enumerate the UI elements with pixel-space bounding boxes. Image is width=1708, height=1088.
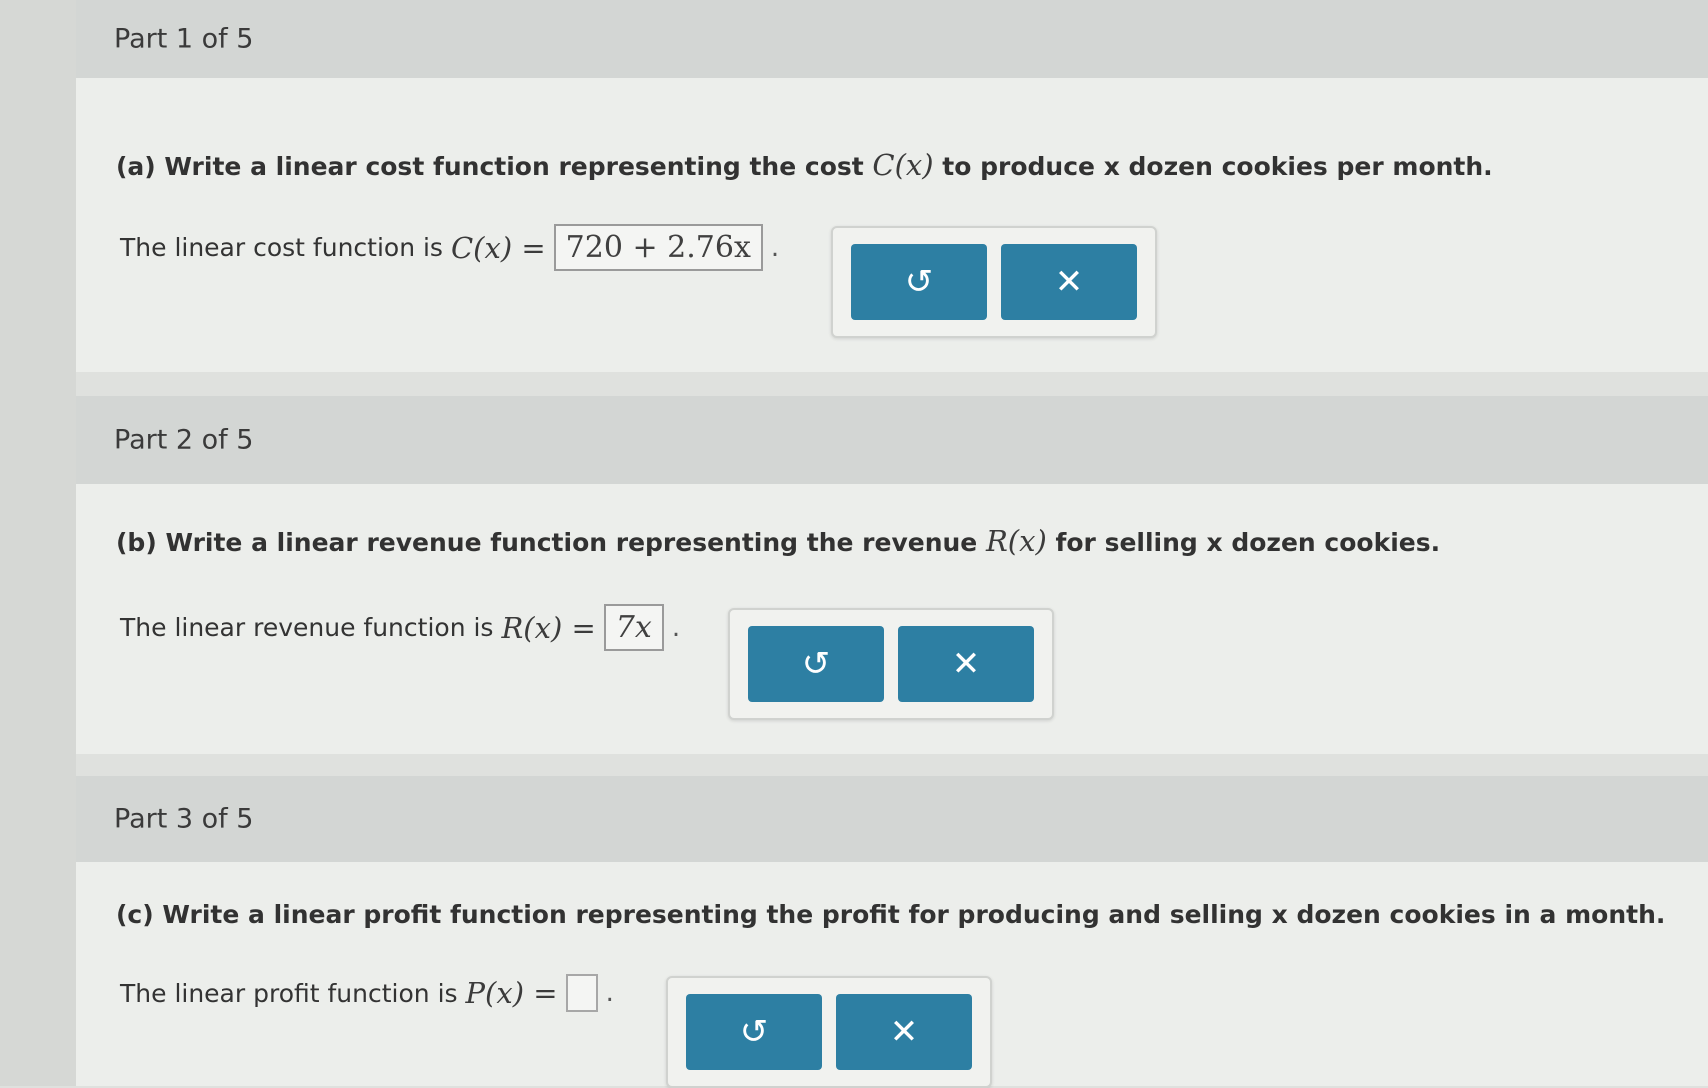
question-prompt: (a) Write a linear cost function represe… bbox=[116, 148, 1493, 182]
left-rail bbox=[0, 0, 76, 1086]
answer-label: The linear profit function is bbox=[120, 978, 458, 1008]
clear-button[interactable]: ✕ bbox=[898, 626, 1034, 702]
answer-line: The linear revenue function is R(x) = 7x… bbox=[120, 604, 680, 651]
answer-function: C(x) = bbox=[450, 230, 546, 265]
close-icon: ✕ bbox=[1054, 262, 1084, 302]
answer-period: . bbox=[605, 978, 614, 1008]
part-header: Part 1 of 5 bbox=[76, 0, 1708, 78]
prompt-text: (c) Write a linear profit function repre… bbox=[116, 900, 1666, 929]
answer-function: R(x) = bbox=[501, 610, 596, 645]
answer-line: The linear profit function is P(x) = . bbox=[120, 974, 614, 1012]
undo-icon: ↺ bbox=[904, 262, 934, 302]
prompt-suffix: for selling x dozen cookies. bbox=[1046, 528, 1441, 557]
part-header: Part 3 of 5 bbox=[76, 776, 1708, 862]
close-icon: ✕ bbox=[951, 644, 981, 684]
undo-icon: ↺ bbox=[739, 1012, 769, 1052]
part-1-panel: Part 1 of 5 (a) Write a linear cost func… bbox=[76, 0, 1708, 372]
question-prompt: (b) Write a linear revenue function repr… bbox=[116, 524, 1440, 558]
part-2-panel: Part 2 of 5 (b) Write a linear revenue f… bbox=[76, 396, 1708, 754]
clear-button[interactable]: ✕ bbox=[1001, 244, 1137, 320]
prompt-function: C(x) bbox=[872, 148, 934, 182]
question-prompt: (c) Write a linear profit function repre… bbox=[116, 900, 1665, 929]
answer-input[interactable]: 7x bbox=[603, 604, 664, 651]
undo-button[interactable]: ↺ bbox=[686, 994, 822, 1070]
answer-label: The linear revenue function is bbox=[120, 613, 494, 642]
answer-period: . bbox=[671, 612, 681, 643]
undo-button[interactable]: ↺ bbox=[748, 626, 884, 702]
prompt-suffix: to produce x dozen cookies per month. bbox=[933, 152, 1493, 181]
answer-line: The linear cost function is C(x) = 720 +… bbox=[120, 224, 779, 271]
answer-input[interactable]: 720 + 2.76x bbox=[553, 224, 763, 271]
answer-input[interactable] bbox=[565, 974, 598, 1012]
answer-label: The linear cost function is bbox=[120, 233, 443, 262]
answer-tools: ↺ ✕ bbox=[666, 976, 992, 1088]
part-header-label: Part 2 of 5 bbox=[114, 424, 254, 456]
undo-icon: ↺ bbox=[801, 644, 831, 684]
undo-button[interactable]: ↺ bbox=[851, 244, 987, 320]
prompt-text: (b) Write a linear revenue function repr… bbox=[116, 528, 986, 557]
prompt-text: (a) Write a linear cost function represe… bbox=[116, 152, 873, 181]
answer-tools: ↺ ✕ bbox=[728, 608, 1054, 720]
close-icon: ✕ bbox=[889, 1012, 919, 1052]
part-header-label: Part 1 of 5 bbox=[114, 23, 254, 55]
answer-function: P(x) = bbox=[465, 976, 558, 1010]
prompt-function: R(x) bbox=[985, 524, 1047, 558]
part-header-label: Part 3 of 5 bbox=[114, 803, 254, 835]
answer-tools: ↺ ✕ bbox=[831, 226, 1157, 338]
answer-period: . bbox=[770, 232, 780, 263]
clear-button[interactable]: ✕ bbox=[836, 994, 972, 1070]
part-3-panel: Part 3 of 5 (c) Write a linear profit fu… bbox=[76, 776, 1708, 1088]
part-header: Part 2 of 5 bbox=[76, 396, 1708, 484]
